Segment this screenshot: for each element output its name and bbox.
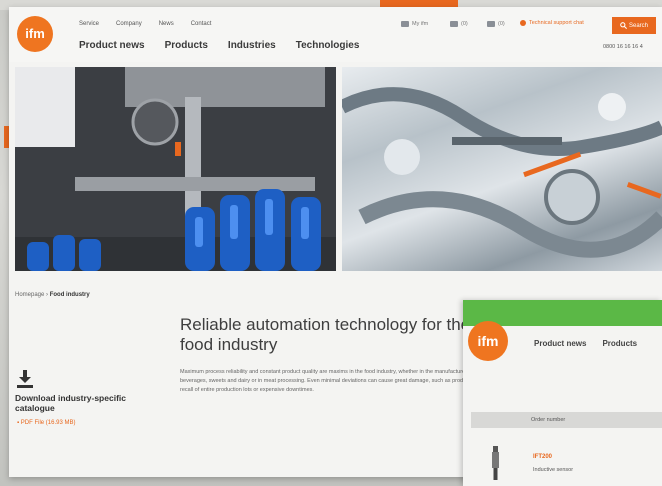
phone-number[interactable]: 0800 16 16 16 4 bbox=[603, 44, 643, 50]
search-icon bbox=[620, 22, 627, 29]
support-chat-link[interactable]: Technical support chat bbox=[520, 20, 584, 26]
breadcrumb-home[interactable]: Homepage bbox=[15, 292, 44, 298]
chat-icon bbox=[520, 20, 526, 26]
cart-icon bbox=[487, 21, 495, 27]
hero-image-beverage-line bbox=[15, 67, 336, 271]
search-button[interactable]: Search bbox=[612, 17, 656, 34]
nav-technologies[interactable]: Technologies bbox=[296, 40, 360, 51]
intro-paragraph: Maximum process reliability and constant… bbox=[180, 369, 472, 393]
overlay-nav-products[interactable]: Products bbox=[602, 339, 637, 348]
download-icon[interactable] bbox=[17, 370, 33, 388]
overlay-ifm-logo[interactable]: ifm bbox=[468, 321, 508, 361]
overlay-order-label: Order number bbox=[531, 417, 566, 423]
processing-machine-illustration bbox=[342, 87, 662, 258]
topnav-news[interactable]: News bbox=[159, 21, 174, 27]
topnav-company[interactable]: Company bbox=[116, 21, 142, 27]
topnav-contact[interactable]: Contact bbox=[191, 21, 212, 27]
sensor-icon bbox=[492, 446, 499, 480]
my-ifm-link[interactable]: My ifm bbox=[401, 21, 428, 27]
top-nav: Service Company News Contact bbox=[79, 21, 211, 27]
compare-icon bbox=[450, 21, 458, 27]
ifm-logo[interactable]: ifm bbox=[17, 16, 53, 52]
nav-products[interactable]: Products bbox=[165, 40, 208, 51]
overlay-product-desc: Inductive sensor bbox=[533, 467, 574, 473]
nav-industries[interactable]: Industries bbox=[228, 40, 276, 51]
overlay-nav-product-news[interactable]: Product news bbox=[534, 339, 586, 348]
pdf-download-link[interactable]: ▪ PDF File (16.93 MB) bbox=[17, 420, 75, 426]
compare-link[interactable]: (0) bbox=[450, 21, 468, 27]
topnav-service[interactable]: Service bbox=[79, 21, 99, 27]
overlay-screen: ifm Product news Products Order number I… bbox=[463, 300, 662, 486]
main-nav: Product news Products Industries Technol… bbox=[79, 40, 359, 51]
user-icon bbox=[401, 21, 409, 27]
page-title: Reliable automation technology for the f… bbox=[180, 315, 471, 354]
cart-link[interactable]: (0) bbox=[487, 21, 505, 27]
bottling-machine-illustration bbox=[15, 67, 336, 271]
nav-product-news[interactable]: Product news bbox=[79, 40, 145, 51]
breadcrumb-current: Food industry bbox=[49, 292, 90, 298]
overlay-product-name[interactable]: IFT200 bbox=[533, 454, 552, 460]
breadcrumb: Homepage › Food industry bbox=[15, 292, 90, 298]
site-header: ifm Service Company News Contact Product… bbox=[9, 7, 662, 62]
hero-image-food-processing bbox=[342, 67, 662, 271]
download-catalogue-title: Download industry-specific catalogue bbox=[15, 393, 126, 413]
overlay-nav: Product news Products bbox=[534, 339, 637, 348]
overlay-order-bar: Order number bbox=[471, 412, 662, 428]
